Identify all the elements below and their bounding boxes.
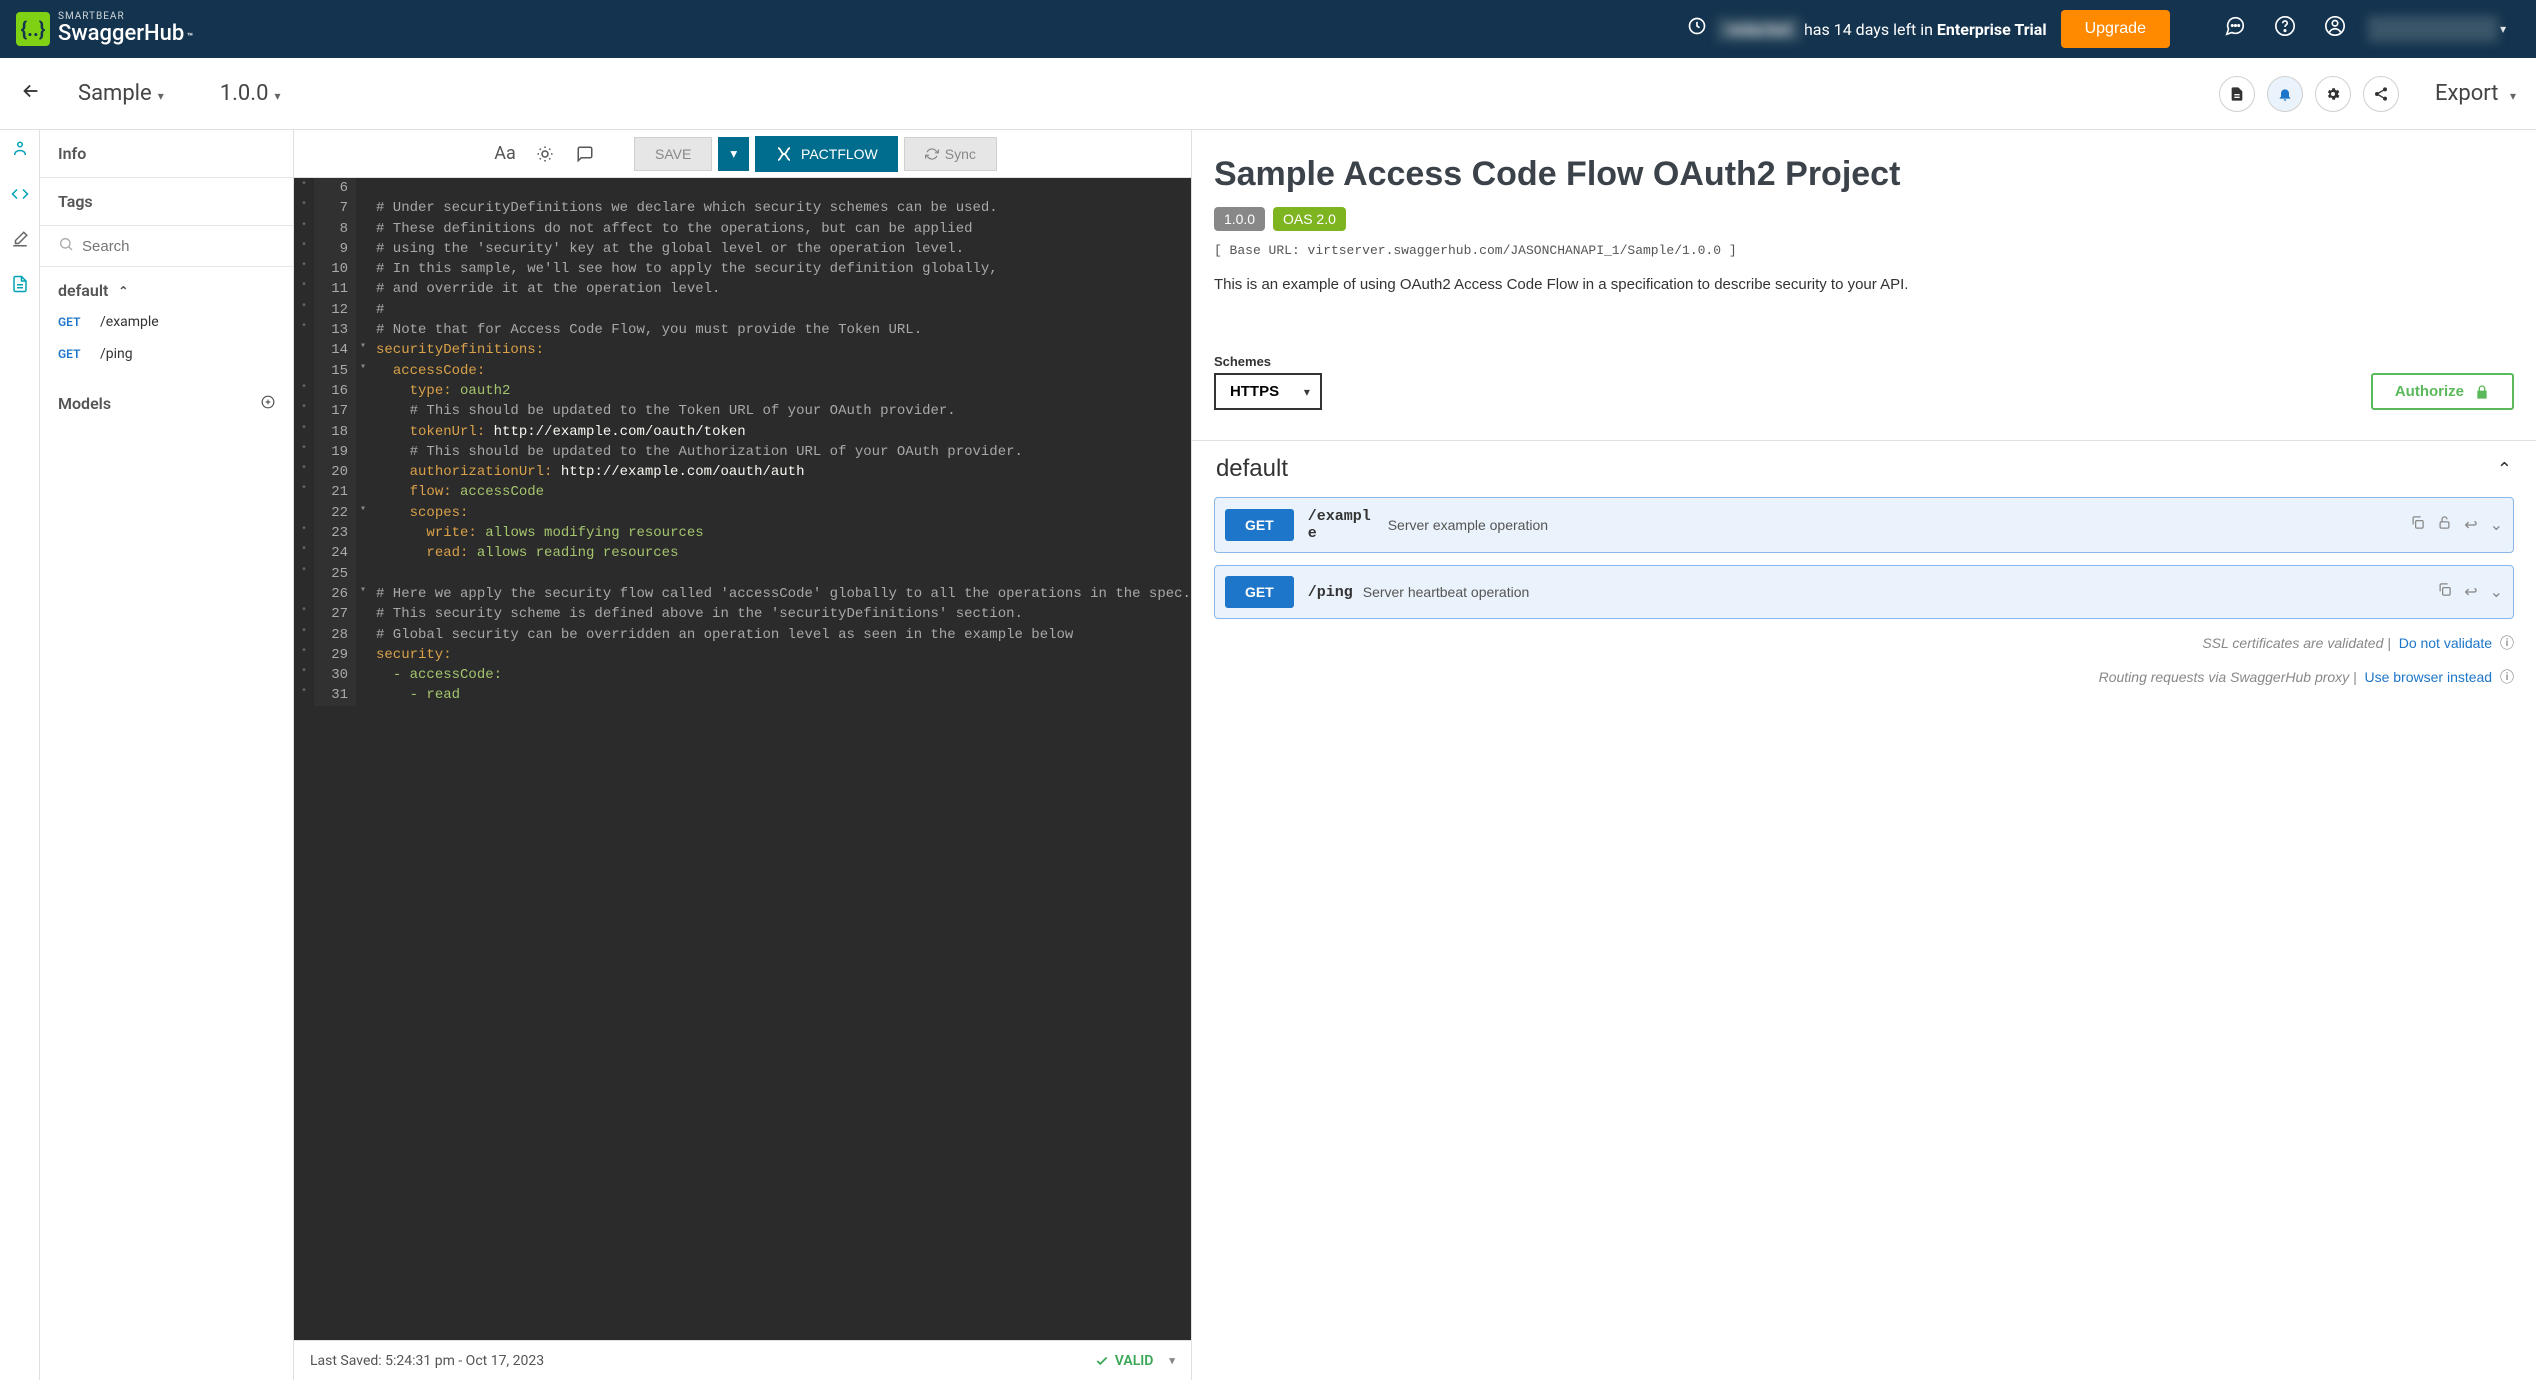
user-dropdown-caret[interactable]: ▾: [2500, 22, 2506, 36]
operation-ping[interactable]: GET /ping Server heartbeat operation ↩ ⌄: [1214, 565, 2514, 619]
org-name-blurred: redacted: [1717, 18, 1800, 41]
editor-status-bar: Last Saved: 5:24:31 pm - Oct 17, 2023 VA…: [294, 1340, 1191, 1380]
code-editor[interactable]: •••••••••••••••••••••• 67891011121314151…: [294, 178, 1191, 1340]
link-icon[interactable]: ↩: [2464, 515, 2477, 535]
validation-status[interactable]: VALID ▾: [1095, 1353, 1175, 1369]
operation-summary: Server heartbeat operation: [1363, 584, 2437, 600]
add-model-icon[interactable]: [261, 394, 275, 413]
sidebar-search: [40, 226, 293, 267]
oas-badge: OAS 2.0: [1273, 207, 1346, 231]
product-name: SwaggerHub ™: [58, 22, 193, 46]
method-badge: GET: [1225, 509, 1294, 541]
copy-icon[interactable]: [2437, 582, 2452, 602]
topbar: {..} SMARTBEAR SwaggerHub ™ redacted has…: [0, 0, 2536, 58]
notifications-icon[interactable]: [2267, 76, 2303, 112]
sidebar-group-default[interactable]: default⌃: [40, 267, 293, 306]
info-icon[interactable]: ⓘ: [2496, 669, 2514, 685]
save-button: SAVE: [634, 137, 712, 171]
code-nav-icon[interactable]: [11, 185, 29, 208]
api-description: This is an example of using OAuth2 Acces…: [1214, 274, 2514, 297]
left-rail: [0, 130, 40, 1380]
pactflow-button[interactable]: PACTFLOW: [755, 136, 898, 172]
operation-path: /example: [1308, 508, 1378, 542]
chevron-up-icon: ⌃: [2497, 459, 2512, 480]
edit-nav-icon[interactable]: [11, 230, 29, 253]
api-nav-icon[interactable]: [11, 140, 29, 163]
font-size-icon[interactable]: Aa: [488, 137, 522, 171]
endpoint-path: /ping: [100, 346, 133, 362]
operation-summary: Server example operation: [1388, 517, 2410, 533]
schemes-label: Schemes: [1214, 354, 1322, 369]
editor-column: Aa SAVE ▾ PACTFLOW Sync ••••••••••••••••…: [294, 130, 1192, 1380]
api-title: Sample Access Code Flow OAuth2 Project: [1214, 154, 2514, 195]
clock-icon: [1687, 16, 1707, 42]
user-icon[interactable]: [2324, 15, 2346, 43]
version-badge: 1.0.0: [1214, 207, 1265, 231]
lock-icon[interactable]: [2437, 515, 2452, 535]
logo-icon[interactable]: {..}: [16, 12, 50, 46]
editor-toolbar: Aa SAVE ▾ PACTFLOW Sync: [294, 130, 1191, 178]
do-not-validate-link[interactable]: Do not validate: [2399, 635, 2492, 651]
subheader: Sample▾ 1.0.0▾ Export ▾: [0, 58, 2536, 130]
sidebar-info[interactable]: Info: [40, 130, 293, 178]
settings-icon[interactable]: [2315, 76, 2351, 112]
chevron-down-icon[interactable]: ⌄: [2490, 582, 2503, 602]
theme-icon[interactable]: [528, 137, 562, 171]
link-icon[interactable]: ↩: [2464, 582, 2477, 602]
trial-text: redacted has 14 days left in Enterprise …: [1717, 20, 2046, 39]
last-saved-text: Last Saved: 5:24:31 pm - Oct 17, 2023: [310, 1353, 544, 1369]
share-icon[interactable]: [2363, 76, 2399, 112]
footer-ssl: SSL certificates are validated | Do not …: [1214, 633, 2514, 653]
search-input[interactable]: [82, 238, 281, 255]
authorize-button[interactable]: Authorize: [2371, 373, 2514, 410]
copy-icon[interactable]: [2410, 515, 2425, 535]
sidebar: Info Tags default⌃ GET /example GET /pin…: [40, 130, 294, 1380]
info-icon[interactable]: ⓘ: [2496, 635, 2514, 651]
method-badge: GET: [58, 347, 100, 361]
document-icon[interactable]: [2219, 76, 2255, 112]
chat-icon[interactable]: [2224, 15, 2246, 43]
docs-column: Sample Access Code Flow OAuth2 Project 1…: [1192, 130, 2536, 1380]
api-name-dropdown[interactable]: Sample▾: [78, 81, 164, 106]
logo-text: SMARTBEAR SwaggerHub ™: [58, 11, 193, 46]
save-dropdown[interactable]: ▾: [718, 137, 749, 171]
document-nav-icon[interactable]: [11, 275, 29, 298]
sidebar-endpoint-ping[interactable]: GET /ping: [40, 338, 293, 370]
back-arrow[interactable]: [20, 80, 42, 108]
tag-default-header[interactable]: default ⌃: [1214, 441, 2514, 497]
export-dropdown[interactable]: Export ▾: [2435, 81, 2516, 106]
base-url: [ Base URL: virtserver.swaggerhub.com/JA…: [1214, 243, 2514, 258]
chevron-down-icon[interactable]: ⌄: [2490, 515, 2503, 535]
help-icon[interactable]: [2274, 15, 2296, 43]
footer-routing: Routing requests via SwaggerHub proxy | …: [1214, 667, 2514, 687]
sidebar-tags[interactable]: Tags: [40, 178, 293, 226]
sidebar-endpoint-example[interactable]: GET /example: [40, 306, 293, 338]
operation-example[interactable]: GET /example Server example operation ↩ …: [1214, 497, 2514, 553]
use-browser-link[interactable]: Use browser instead: [2364, 669, 2492, 685]
username-blurred[interactable]: [2368, 16, 2498, 42]
sidebar-models[interactable]: Models: [40, 380, 293, 427]
sync-button[interactable]: Sync: [904, 137, 997, 171]
upgrade-button[interactable]: Upgrade: [2061, 10, 2170, 48]
schemes-select[interactable]: HTTPS: [1214, 373, 1322, 410]
search-icon: [58, 236, 74, 256]
method-badge: GET: [58, 315, 100, 329]
method-badge: GET: [1225, 576, 1294, 608]
endpoint-path: /example: [100, 314, 159, 330]
api-version-dropdown[interactable]: 1.0.0▾: [220, 81, 281, 106]
operation-path: /ping: [1308, 584, 1353, 601]
comments-icon[interactable]: [568, 137, 602, 171]
